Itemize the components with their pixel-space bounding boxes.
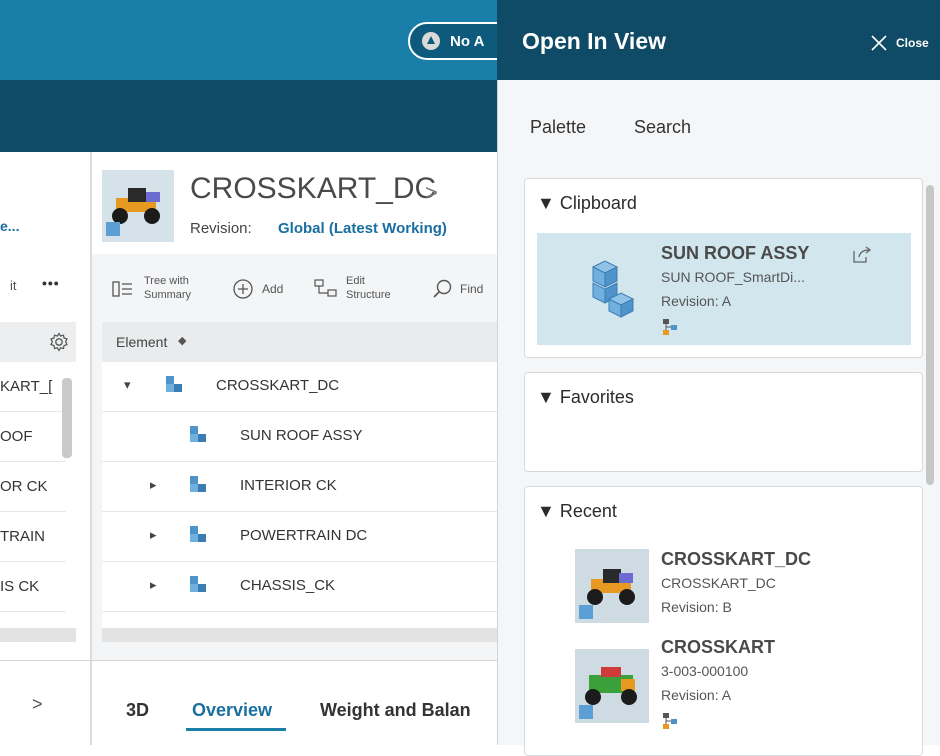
- cube-icon: [190, 476, 206, 492]
- tab-weight-balance[interactable]: Weight and Balan: [320, 700, 471, 721]
- tree-summary-button[interactable]: Tree with Summary: [144, 274, 191, 302]
- recent-item-id: 3-003-000100: [661, 663, 749, 679]
- revision-label: Revision:: [661, 599, 719, 615]
- recent-item-revision: Revision: B: [661, 599, 732, 615]
- cube-icon: [166, 376, 182, 392]
- add-icon[interactable]: [232, 278, 254, 300]
- row-name: INTERIOR CK: [240, 477, 337, 494]
- favorites-section: ▼ Favorites: [524, 372, 923, 472]
- revision-label: Revision:: [661, 687, 719, 703]
- warning-icon: [422, 32, 440, 50]
- recent-item-thumbnail: [575, 549, 649, 623]
- table-row[interactable]: SUN ROOF ASSY: [102, 412, 497, 462]
- tab-overview[interactable]: Overview: [192, 700, 272, 721]
- tree-label-2: Summary: [144, 289, 192, 301]
- settings-icon[interactable]: [49, 332, 69, 352]
- edit-structure-button[interactable]: Edit Structure: [346, 274, 391, 302]
- left-hscrollbar[interactable]: [0, 628, 76, 642]
- left-row[interactable]: IS CK: [0, 562, 66, 612]
- structure-icon: [314, 279, 337, 297]
- row-name: POWERTRAIN DC: [240, 527, 368, 544]
- more-button[interactable]: •••: [42, 275, 60, 291]
- find-button[interactable]: Find: [460, 282, 483, 296]
- left-next-button[interactable]: >: [32, 694, 43, 715]
- recent-item-id: CROSSKART_DC: [661, 575, 776, 591]
- recent-item-name: CROSSKART: [661, 637, 776, 657]
- revision-label: Revision:: [190, 220, 252, 237]
- recent-section: ▼ Recent CROSSKART_DC CROSSKART_DC Revis…: [524, 486, 923, 756]
- tab-3d[interactable]: 3D: [126, 700, 149, 721]
- clipboard-item[interactable]: SUN ROOF ASSY SUN ROOF_SmartDi... Revisi…: [537, 233, 911, 345]
- left-row[interactable]: KART_[: [0, 362, 66, 412]
- clipboard-section: ▼ Clipboard SUN ROOF ASSY SUN ROOF_Smart…: [524, 178, 923, 358]
- tab-palette[interactable]: Palette: [530, 117, 586, 138]
- search-icon[interactable]: [432, 278, 454, 300]
- left-row[interactable]: TRAIN: [0, 512, 66, 562]
- left-row[interactable]: OOF: [0, 412, 66, 462]
- page-title: CROSSKART_DC: [190, 172, 437, 205]
- object-thumbnail: [102, 170, 174, 242]
- share-icon[interactable]: [851, 245, 873, 265]
- element-column-header[interactable]: Element: [116, 334, 167, 350]
- edit-label-1: Edit: [346, 275, 365, 287]
- recent-heading[interactable]: ▼ Recent: [537, 501, 617, 522]
- cube-icon: [190, 526, 206, 542]
- row-name: CROSSKART_DC: [216, 377, 340, 394]
- recent-item-name: CROSSKART_DC: [661, 549, 812, 569]
- clipboard-heading-text: Clipboard: [559, 193, 637, 213]
- favorites-heading-text: Favorites: [559, 387, 634, 407]
- structure-icon: [663, 713, 677, 729]
- add-button[interactable]: Add: [262, 282, 283, 296]
- left-scrollbar[interactable]: [62, 378, 72, 458]
- edit-label-2: Structure: [346, 289, 391, 301]
- row-name: CHASSIS_CK: [240, 577, 336, 594]
- status-button-label: No A: [450, 33, 485, 50]
- left-row[interactable]: OR CK: [0, 462, 66, 512]
- tree-icon: [112, 281, 132, 297]
- cube-icon: [190, 426, 206, 442]
- left-link[interactable]: e...: [0, 218, 19, 234]
- close-icon[interactable]: [870, 34, 888, 52]
- recent-item[interactable]: CROSSKART_DC CROSSKART_DC Revision: B: [565, 547, 905, 627]
- table-row[interactable]: ▸ POWERTRAIN DC: [102, 512, 497, 562]
- tree-label-1: Tree with: [144, 275, 189, 287]
- clipboard-item-id: SUN ROOF_SmartDi...: [661, 269, 805, 285]
- expander[interactable]: ▸: [150, 577, 157, 593]
- revision-value: B: [722, 599, 732, 615]
- recent-item[interactable]: CROSSKART 3-003-000100 Revision: A: [565, 637, 905, 737]
- revision-value[interactable]: Global (Latest Working): [278, 220, 447, 237]
- revision-label: Revision:: [661, 293, 719, 309]
- table-row[interactable]: ▸ CHASSIS_CK: [102, 562, 497, 612]
- revision-value: A: [721, 687, 732, 703]
- clipboard-heading[interactable]: ▼ Clipboard: [537, 193, 637, 214]
- recent-heading-text: Recent: [559, 501, 617, 521]
- expander[interactable]: ▸: [150, 477, 157, 493]
- table-hscrollbar[interactable]: [102, 628, 497, 642]
- row-name: SUN ROOF ASSY: [240, 427, 363, 444]
- table-row[interactable]: ▾ CROSSKART_DC: [102, 362, 497, 412]
- sort-icon[interactable]: ◆: [178, 334, 186, 347]
- recent-item-revision: Revision: A: [661, 687, 731, 703]
- table-row[interactable]: ▸ INTERIOR CK: [102, 462, 497, 512]
- active-tab-indicator: [186, 728, 286, 731]
- title-chevron[interactable]: >: [425, 180, 438, 206]
- expander[interactable]: ▾: [124, 377, 131, 393]
- cube-icon: [190, 576, 206, 592]
- panel-title: Open In View: [522, 28, 666, 54]
- clipboard-item-name: SUN ROOF ASSY: [661, 243, 810, 263]
- table-row-partial: [102, 612, 497, 628]
- close-button[interactable]: Close: [896, 36, 929, 50]
- structure-icon: [663, 319, 677, 335]
- cube-icon: [591, 260, 635, 318]
- revision-value: A: [721, 293, 732, 309]
- clipboard-item-revision: Revision: A: [661, 293, 731, 309]
- tab-search[interactable]: Search: [634, 117, 691, 138]
- panel-scrollbar[interactable]: [926, 185, 934, 485]
- recent-item-thumbnail: [575, 649, 649, 723]
- favorites-heading[interactable]: ▼ Favorites: [537, 387, 634, 408]
- expander[interactable]: ▸: [150, 527, 157, 543]
- left-toolbar-text: it: [10, 278, 17, 293]
